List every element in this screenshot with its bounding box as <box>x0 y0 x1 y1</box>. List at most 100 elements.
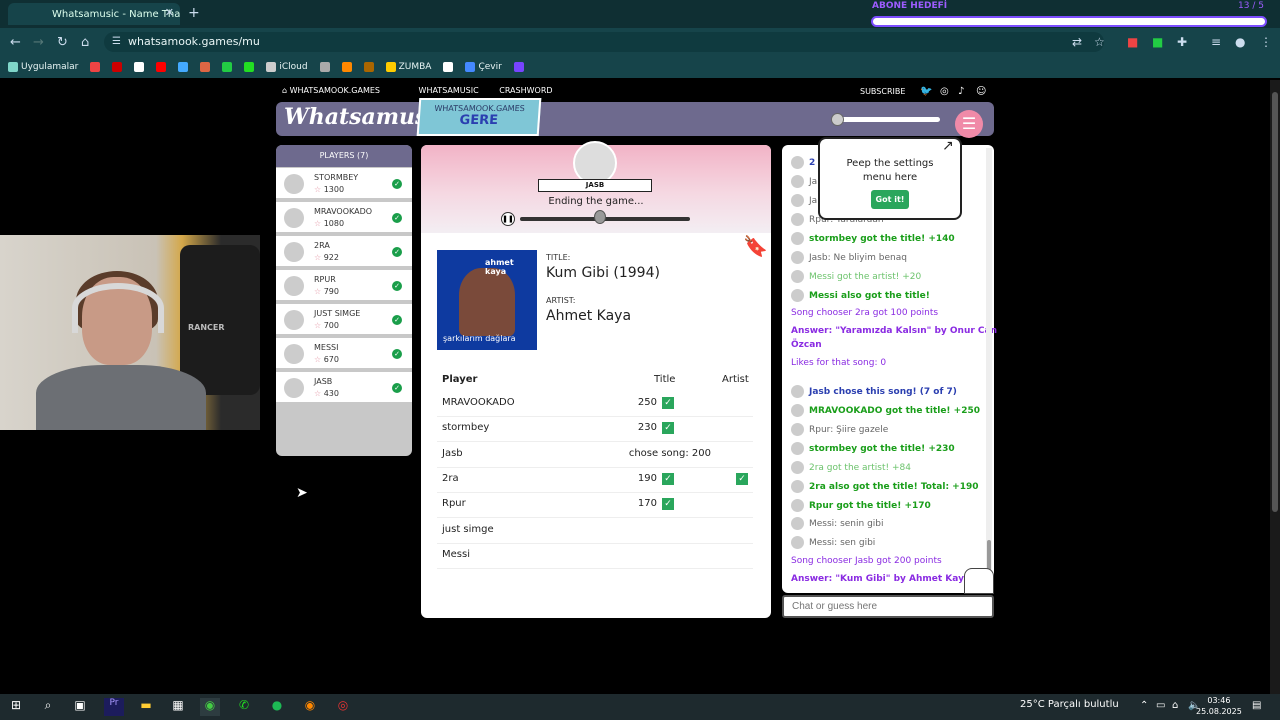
chat-scrollbar[interactable] <box>986 148 992 590</box>
notifications-icon[interactable]: ▤ <box>1252 700 1261 711</box>
menu-icon[interactable]: ⋮ <box>1260 35 1272 49</box>
premiere-icon[interactable]: Pr <box>104 698 124 716</box>
settings-menu-button[interactable]: ☰ <box>955 110 983 138</box>
discord-icon[interactable]: ☺ <box>976 86 986 97</box>
bookmark-item[interactable] <box>319 62 330 72</box>
bookmark-item[interactable]: Uygulamalar <box>8 62 78 72</box>
volume-slider[interactable] <box>836 117 940 122</box>
obs-icon[interactable]: ◎ <box>333 698 353 716</box>
star-icon[interactable]: ☆ <box>1094 35 1105 49</box>
player-row[interactable]: 2RA ☆ 922 ✓ <box>276 236 412 268</box>
instagram-icon[interactable]: ◎ <box>940 86 949 97</box>
clock[interactable]: 03:46 25.08.2025 <box>1196 695 1242 717</box>
bookmark-label: Çevir <box>478 62 502 72</box>
avatar <box>791 270 804 283</box>
tray-icon[interactable]: ▭ <box>1156 700 1165 711</box>
chat-message: Likes for that song: 0 <box>791 358 886 368</box>
gaming-chair: RANCER <box>180 245 260 395</box>
bookmark-item[interactable] <box>443 62 454 72</box>
chat-message-text: 2 <box>809 158 816 168</box>
tiktok-icon[interactable]: ♪ <box>958 86 964 97</box>
browser-tab[interactable]: Whatsamusic - Name That Tune ✕ <box>8 3 180 25</box>
reload-icon[interactable]: ↻ <box>57 35 68 50</box>
player-name: MRAVOOKADO <box>314 207 373 216</box>
store-icon[interactable]: ▦ <box>168 698 188 716</box>
song-title: Kum Gibi (1994) <box>546 265 660 281</box>
twitter-icon[interactable]: 🐦 <box>920 86 932 97</box>
home-icon[interactable]: ⌂ <box>81 35 89 50</box>
chat-message: Ja <box>791 175 817 188</box>
profile-icon[interactable]: ● <box>1235 35 1245 49</box>
bookmark-item[interactable] <box>363 62 374 72</box>
avatar <box>791 461 804 474</box>
chat-input[interactable] <box>782 595 994 618</box>
file-explorer-icon[interactable]: ▬ <box>136 698 156 716</box>
nav-crashword-link[interactable]: CRASHWORD <box>499 86 552 95</box>
media-icon[interactable]: ≡ <box>1211 35 1221 49</box>
network-icon[interactable]: ⌂ <box>1172 700 1178 711</box>
chat-message: stormbey got the title! +230 <box>791 442 955 455</box>
chat-message-text: Jasb: Ne bliyim benaq <box>809 253 907 263</box>
nav-whatsamusic-link[interactable]: WHATSAMUSIC <box>419 86 479 95</box>
bookmark-item[interactable] <box>513 62 524 72</box>
pause-button[interactable]: ❚❚ <box>501 212 515 226</box>
player-score: ☆ 922 <box>314 253 339 262</box>
player-name: 2RA <box>314 241 330 250</box>
volume-knob[interactable] <box>831 113 844 126</box>
search-icon[interactable]: ⌕ <box>38 698 58 716</box>
nav-home-link[interactable]: ⌂ WHATSAMOOK.GAMES <box>282 86 398 95</box>
extension-icon[interactable]: ■ <box>1152 35 1163 49</box>
player-row[interactable]: MESSI ☆ 670 ✓ <box>276 338 412 370</box>
chrome-icon[interactable]: ◉ <box>200 698 220 716</box>
bookmark-item[interactable]: Çevir <box>465 62 502 72</box>
bookmark-item[interactable] <box>112 62 123 72</box>
bookmark-item[interactable] <box>341 62 352 72</box>
bookmark-item[interactable] <box>134 62 145 72</box>
cover-artist: ahmet kaya <box>485 258 514 276</box>
spotify-icon[interactable]: ● <box>267 698 287 716</box>
score-header-title: Title <box>654 374 676 385</box>
song-progress-knob[interactable] <box>593 210 606 224</box>
bookmark-item[interactable] <box>156 62 167 72</box>
bookmark-item[interactable]: iCloud <box>266 62 308 72</box>
bookmark-item[interactable] <box>244 62 255 72</box>
site-info-icon[interactable]: ☰ <box>112 36 121 47</box>
task-view-icon[interactable]: ▣ <box>70 698 90 716</box>
extension-icon[interactable]: ■ <box>1127 35 1138 49</box>
bookmark-item[interactable] <box>178 62 189 72</box>
tray-chevron-icon[interactable]: ⌃ <box>1140 700 1148 711</box>
bookmark-icon <box>244 62 255 72</box>
player-row[interactable]: RPUR ☆ 790 ✓ <box>276 270 412 302</box>
subscribe-link[interactable]: SUBSCRIBE <box>860 87 905 96</box>
player-row[interactable]: STORMBEY ☆ 1300 ✓ <box>276 168 412 200</box>
close-icon[interactable]: ✕ <box>165 6 174 19</box>
url-input[interactable]: whatsamook.games/mu <box>104 32 1104 52</box>
page-scrollbar-thumb[interactable] <box>1272 92 1278 512</box>
bookmark-item[interactable]: ZUMBA <box>385 62 431 72</box>
extensions-icon[interactable]: ✚ <box>1177 35 1187 49</box>
bookmark-icon[interactable]: 🔖 <box>743 234 768 258</box>
windows-start-icon[interactable]: ⊞ <box>6 698 26 716</box>
score-title: 230 <box>637 422 657 434</box>
got-it-button[interactable]: Got it! <box>871 190 909 209</box>
bookmark-item[interactable] <box>222 62 233 72</box>
whatsapp-icon[interactable]: ✆ <box>234 698 254 716</box>
chrome-profile-icon[interactable]: ◉ <box>300 698 320 716</box>
player-row[interactable]: JASB ☆ 430 ✓ <box>276 372 412 404</box>
translate-icon[interactable]: ⇄ <box>1072 35 1082 49</box>
player-row[interactable]: JUST SIMGE ☆ 700 ✓ <box>276 304 412 336</box>
subscriber-goal-label: ABONE HEDEFİ <box>872 1 948 11</box>
score-player: MRAVOOKADO <box>442 397 515 408</box>
back-icon[interactable]: ← <box>10 35 21 50</box>
weather-widget[interactable]: 25°C Parçalı bulutlu <box>1020 699 1119 710</box>
score-header-player: Player <box>442 374 478 385</box>
table-row: just simge <box>437 519 753 544</box>
bookmark-item[interactable] <box>200 62 211 72</box>
check-icon: ✓ <box>662 397 674 409</box>
player-row[interactable]: MRAVOOKADO ☆ 1080 ✓ <box>276 202 412 234</box>
forward-icon[interactable]: → <box>33 35 44 50</box>
new-tab-icon[interactable]: + <box>188 5 200 21</box>
players-header: PLAYERS (7) <box>276 145 412 167</box>
like-button[interactable] <box>964 568 994 594</box>
bookmark-item[interactable] <box>90 62 101 72</box>
